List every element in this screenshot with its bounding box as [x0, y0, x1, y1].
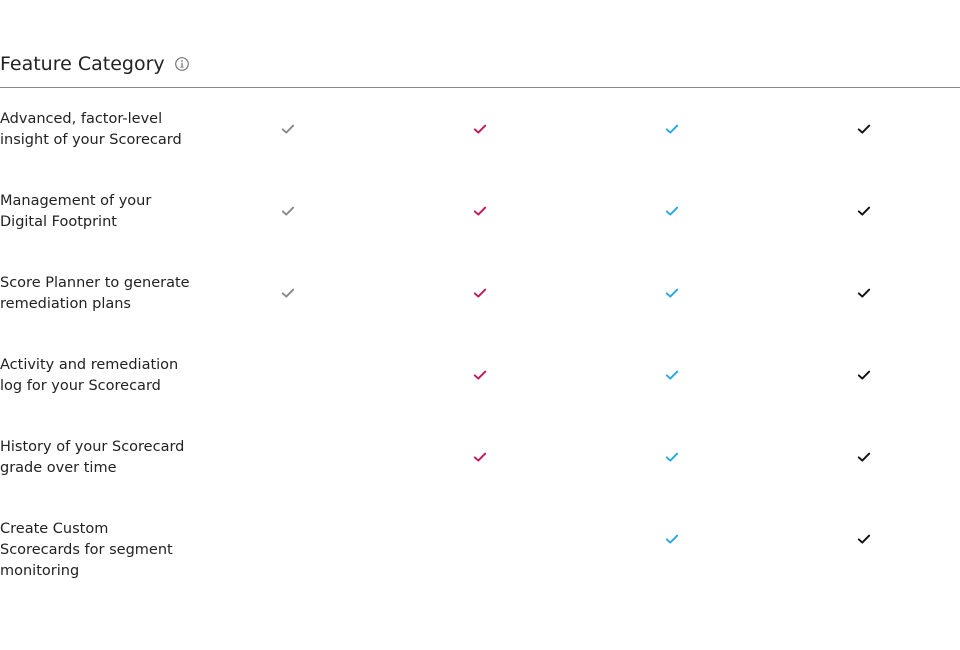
check-icon: [856, 203, 872, 219]
feature-label: History of your Scorecard grade over tim…: [0, 439, 185, 476]
check-icon: [472, 285, 488, 301]
feature-label: Score Planner to generate remediation pl…: [0, 275, 190, 312]
check-icon: [856, 121, 872, 137]
check-icon: [280, 121, 296, 137]
check-icon: [664, 203, 680, 219]
check-icon: [856, 531, 872, 547]
check-icon: [664, 285, 680, 301]
feature-rows: Advanced, factor-level insight of your S…: [0, 88, 960, 580]
feature-label: Activity and remediation log for your Sc…: [0, 357, 179, 394]
check-icon: [472, 121, 488, 137]
check-icon: [280, 203, 296, 219]
check-icon: [664, 367, 680, 383]
feature-row: Score Planner to generate remediation pl…: [0, 252, 960, 334]
check-icon: [664, 121, 680, 137]
feature-label: Advanced, factor-level insight of your S…: [0, 111, 182, 148]
check-icon: [664, 531, 680, 547]
empty-cell: [280, 367, 296, 383]
info-circle-icon[interactable]: [174, 56, 190, 72]
empty-cell: [280, 449, 296, 465]
check-icon: [856, 285, 872, 301]
check-icon: [856, 367, 872, 383]
feature-row: History of your Scorecard grade over tim…: [0, 416, 960, 498]
feature-row: Advanced, factor-level insight of your S…: [0, 88, 960, 170]
check-icon: [856, 449, 872, 465]
feature-label: Management of your Digital Footprint: [0, 193, 152, 230]
check-icon: [664, 449, 680, 465]
check-icon: [472, 203, 488, 219]
category-header: Feature Category: [0, 48, 960, 88]
check-icon: [472, 449, 488, 465]
feature-row: Activity and remediation log for your Sc…: [0, 334, 960, 416]
feature-row: Create Custom Scorecards for segment mon…: [0, 498, 960, 580]
check-icon: [280, 285, 296, 301]
empty-cell: [472, 531, 488, 547]
feature-row: Management of your Digital Footprint: [0, 170, 960, 252]
category-title: Feature Category: [0, 53, 165, 75]
feature-comparison-page: Feature Category Advanced, factor-level …: [0, 0, 960, 650]
feature-label: Create Custom Scorecards for segment mon…: [0, 521, 173, 579]
empty-cell: [280, 531, 296, 547]
check-icon: [472, 367, 488, 383]
